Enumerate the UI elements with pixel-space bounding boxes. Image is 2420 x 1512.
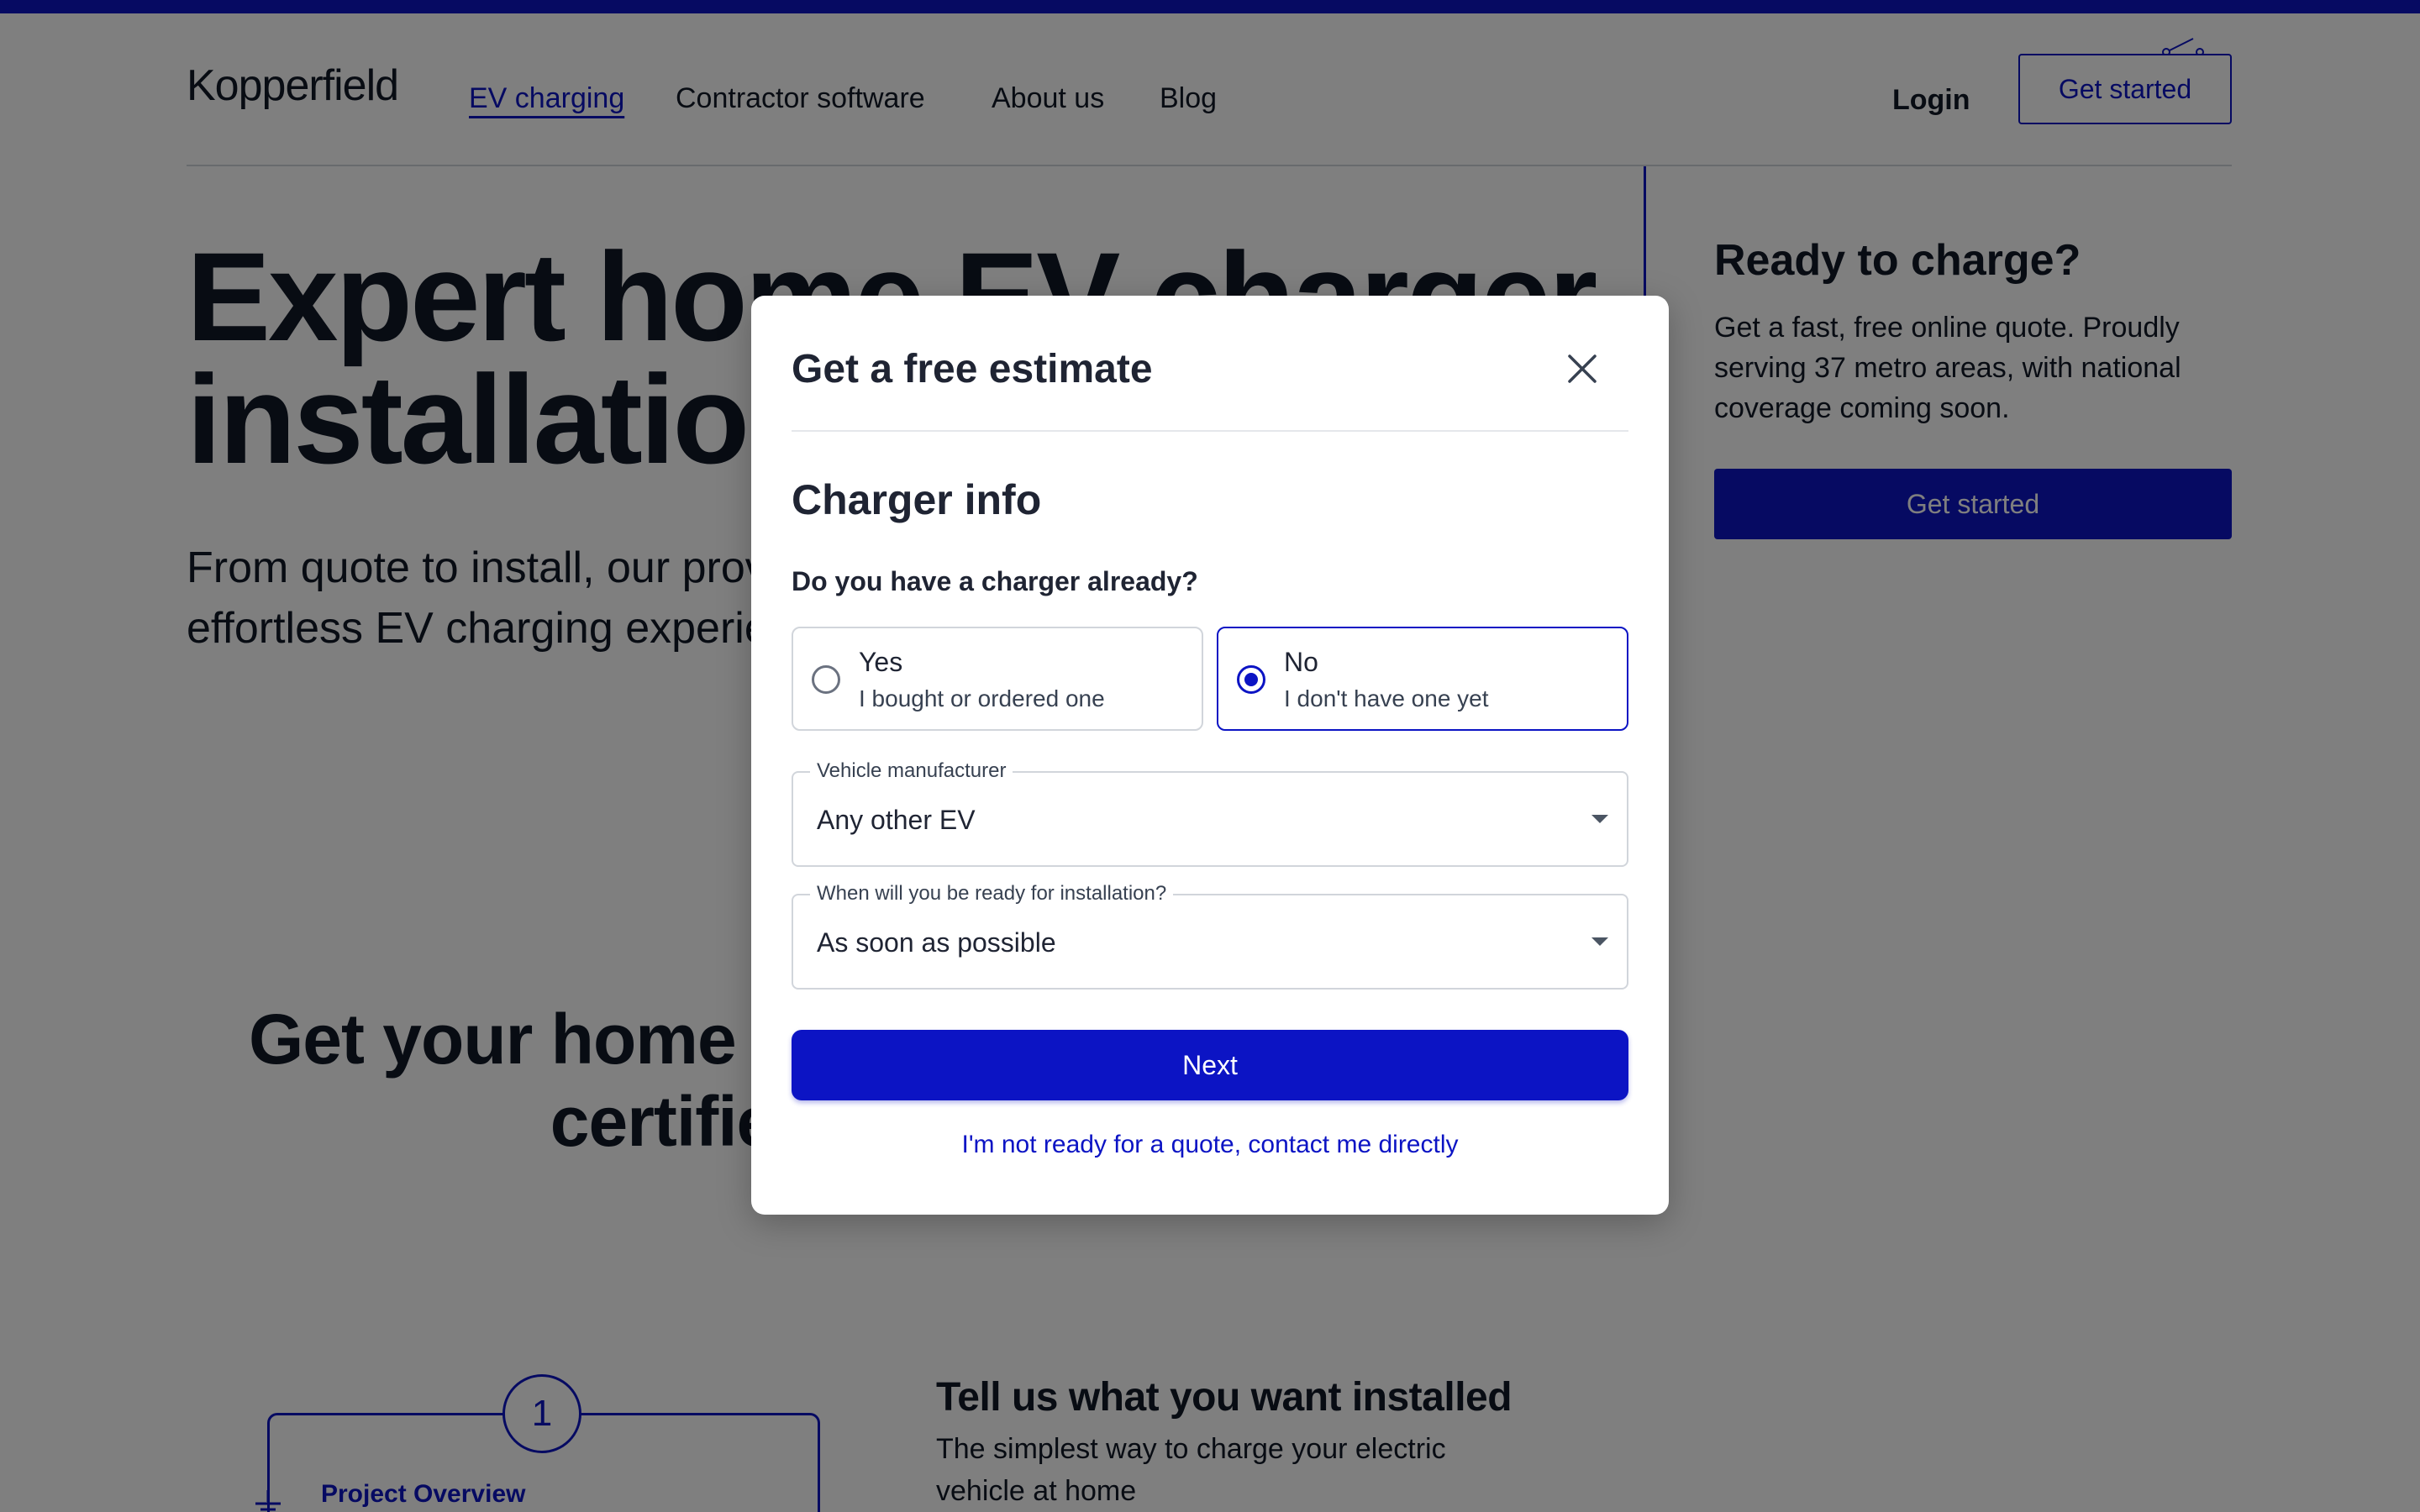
radio-button[interactable]: [812, 665, 840, 694]
radio-button-selected[interactable]: [1237, 665, 1265, 694]
charger-question: Do you have a charger already?: [792, 566, 1198, 596]
radio-option-description: I don't have one yet: [1284, 685, 1489, 711]
modal-divider: [792, 430, 1628, 432]
field-label: Vehicle manufacturer: [810, 759, 1013, 783]
radio-option-no[interactable]: No I don't have one yet: [1217, 627, 1628, 731]
dropdown-arrow-icon: [1591, 937, 1608, 946]
contact-me-link[interactable]: I'm not ready for a quote, contact me di…: [792, 1131, 1628, 1159]
dropdown-arrow-icon: [1591, 815, 1608, 823]
select-value: Any other EV: [817, 805, 976, 835]
radio-option-label: Yes: [859, 647, 903, 677]
installation-readiness-select[interactable]: When will you be ready for installation?…: [792, 882, 1628, 990]
vehicle-manufacturer-select[interactable]: Vehicle manufacturer Any other EV: [792, 759, 1628, 867]
radio-option-label: No: [1284, 647, 1318, 677]
select-value: As soon as possible: [817, 927, 1056, 958]
radio-option-yes[interactable]: Yes I bought or ordered one: [792, 627, 1203, 731]
charger-info-heading: Charger info: [792, 476, 1042, 523]
modal-title: Get a free estimate: [792, 347, 1153, 391]
field-label: When will you be ready for installation?: [810, 882, 1174, 906]
close-icon[interactable]: [1566, 353, 1598, 385]
estimate-modal: Get a free estimate Charger info Do you …: [751, 296, 1669, 1215]
radio-option-description: I bought or ordered one: [859, 685, 1105, 711]
next-button[interactable]: Next: [792, 1030, 1628, 1100]
